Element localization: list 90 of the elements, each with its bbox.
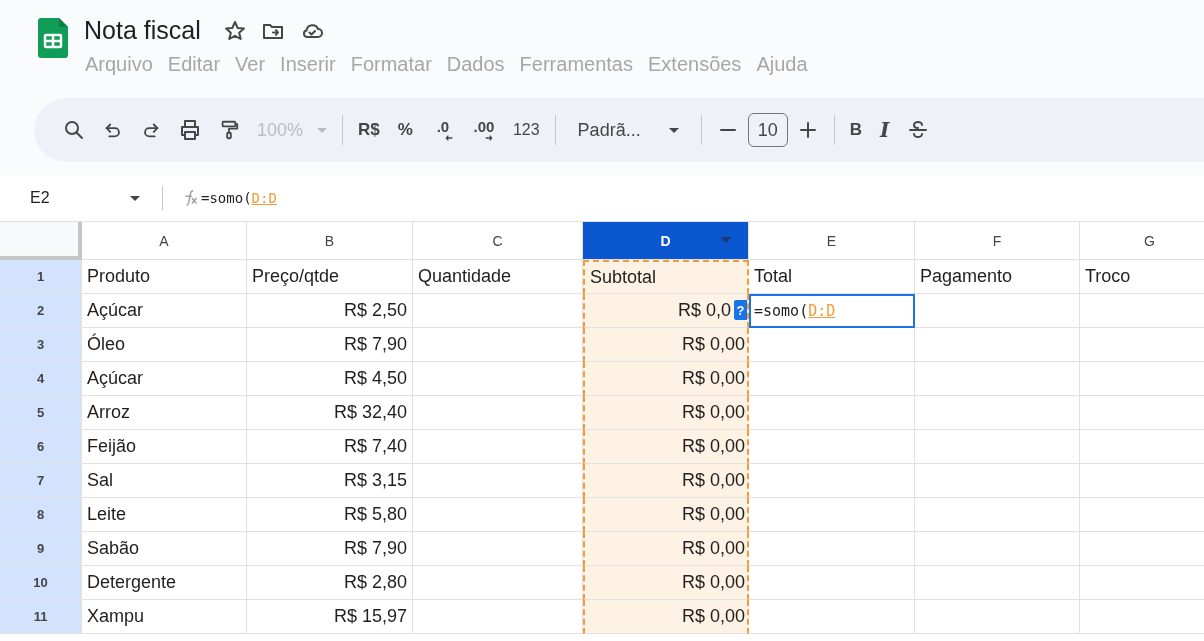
table-cell[interactable] [915,430,1080,464]
row-header[interactable]: 7 [0,464,82,498]
table-cell[interactable]: Subtotal [583,260,749,294]
table-cell[interactable] [749,498,915,532]
select-all-corner[interactable] [0,222,82,260]
table-cell[interactable]: Sabão [82,532,247,566]
table-cell[interactable] [749,396,915,430]
table-cell[interactable]: R$ 0,00 [583,464,749,498]
table-cell[interactable]: R$ 7,90 [247,328,413,362]
table-cell[interactable]: Pagamento [915,260,1080,294]
sheets-logo-icon[interactable] [38,18,68,58]
bold-button[interactable]: B [840,112,871,148]
table-cell[interactable]: R$ 0,00 [583,396,749,430]
table-cell[interactable] [915,600,1080,634]
column-header[interactable]: A [82,222,247,260]
table-cell[interactable]: R$ 0,00 [583,532,749,566]
table-cell[interactable]: R$ 4,50 [247,362,413,396]
table-cell[interactable]: Xampu [82,600,247,634]
increase-decimal-button[interactable]: .00 [463,112,504,148]
table-cell[interactable] [749,328,915,362]
table-cell[interactable]: R$ 0,00 [583,566,749,600]
row-header[interactable]: 9 [0,532,82,566]
column-header[interactable]: E [749,222,915,260]
table-cell[interactable]: Açúcar [82,362,247,396]
row-header[interactable]: 1 [0,260,82,294]
column-header[interactable]: D [583,222,749,260]
row-header[interactable]: 10 [0,566,82,600]
help-badge[interactable]: ? [734,300,747,320]
cell-formula: =somo(D:D [754,301,836,320]
table-cell[interactable]: R$ 0,00 [583,600,749,634]
column-header[interactable]: C [413,222,583,260]
font-size-field[interactable]: 10 [747,113,788,147]
row-header[interactable]: 8 [0,498,82,532]
table-cell[interactable] [915,532,1080,566]
table-cell[interactable]: R$ 2,50 [247,294,413,328]
currency-format-button[interactable]: R$ [349,112,389,148]
star-icon[interactable] [222,18,247,43]
font-dropdown[interactable]: Padrã... [561,112,695,148]
table-cell[interactable]: Óleo [82,328,247,362]
table-cell[interactable]: R$ 0,00 [583,362,749,396]
table-cell[interactable] [915,362,1080,396]
table-cell[interactable] [749,362,915,396]
table-cell[interactable] [749,566,915,600]
row-header[interactable]: 4 [0,362,82,396]
table-cell[interactable] [749,600,915,634]
table-cell[interactable] [915,294,1080,328]
decrease-decimal-button[interactable]: .0 [421,112,464,148]
table-cell[interactable]: Arroz [82,396,247,430]
table-cell[interactable] [915,566,1080,600]
table-cell[interactable]: R$ 5,80 [247,498,413,532]
row-header[interactable]: 6 [0,430,82,464]
table-cell[interactable] [749,430,915,464]
table-cell[interactable]: R$ 7,40 [247,430,413,464]
table-cell[interactable]: Açúcar [82,294,247,328]
table-cell[interactable]: Detergente [82,566,247,600]
table-cell[interactable]: R$ 7,90 [247,532,413,566]
table-cell[interactable]: Produto [82,260,247,294]
more-formats-button[interactable]: 123 [503,112,549,148]
dropdown-icon[interactable] [129,195,140,201]
table-cell[interactable] [915,328,1080,362]
table-cell[interactable]: R$ 32,40 [247,396,413,430]
table-cell[interactable] [915,396,1080,430]
table-cell[interactable]: Preço/qtde [247,260,413,294]
table-cell[interactable]: R$ 2,80 [247,566,413,600]
column-header[interactable]: B [247,222,413,260]
row-header[interactable]: 11 [0,600,82,634]
table-cell[interactable]: Feijão [82,430,247,464]
row-header[interactable]: 2 [0,294,82,328]
table-cell[interactable]: Troco [1080,260,1204,294]
table-cell[interactable] [749,464,915,498]
table-cell[interactable]: Sal [82,464,247,498]
row-header[interactable]: 3 [0,328,82,362]
search-icon[interactable] [62,118,86,142]
table-cell[interactable] [915,464,1080,498]
document-title[interactable]: Nota fiscal [84,16,201,45]
formula-field[interactable]: =somo(D:D [201,190,277,206]
column-header[interactable]: F [915,222,1080,260]
italic-button[interactable]: I [870,112,899,148]
percent-format-button[interactable]: % [388,112,422,148]
table-cell[interactable]: R$ 0,00 [583,430,749,464]
table-cell[interactable] [749,532,915,566]
table-cell[interactable]: R$ 0,00 [583,328,749,362]
table-cell[interactable]: Leite [82,498,247,532]
row-header[interactable]: 5 [0,396,82,430]
table-cell[interactable] [915,498,1080,532]
table-cell[interactable]: R$ 0,00 [583,498,749,532]
table-cell[interactable]: R$ 3,15 [247,464,413,498]
print-icon[interactable] [178,118,202,142]
table-cell[interactable]: R$ 15,97 [247,600,413,634]
name-box[interactable]: E2 [30,189,50,207]
